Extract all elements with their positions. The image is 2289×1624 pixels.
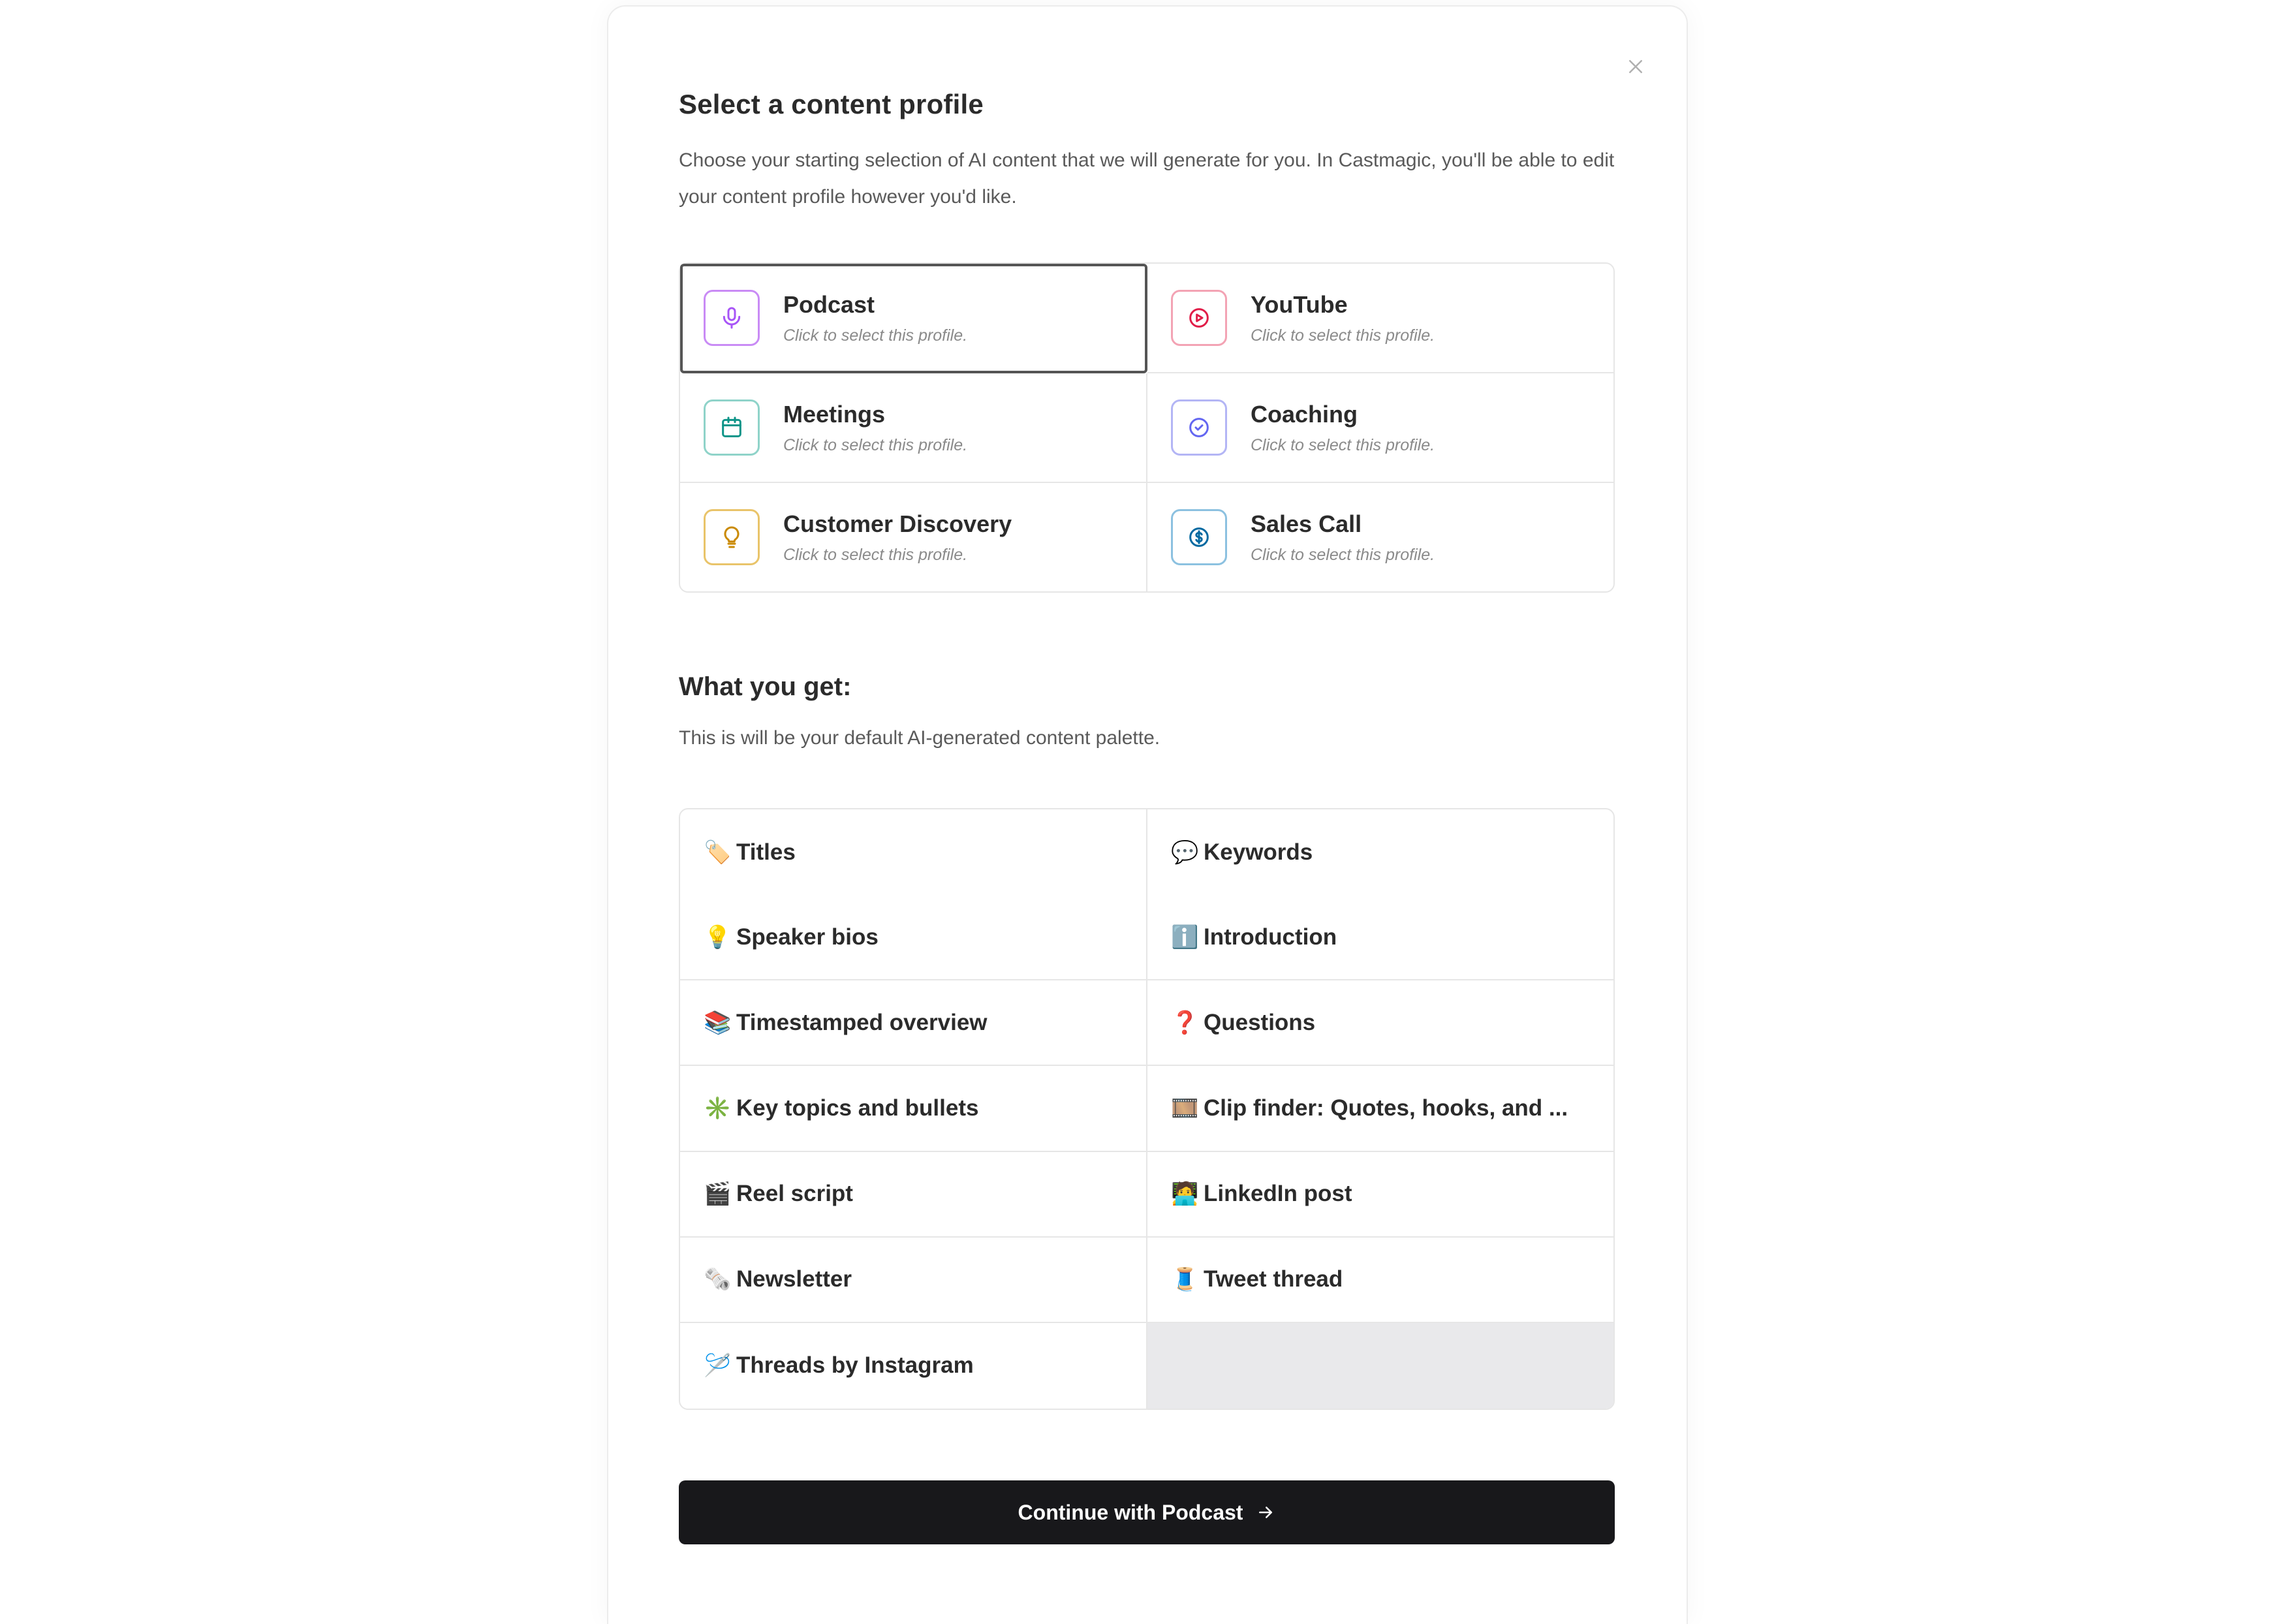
feature-empty-cell	[1147, 1322, 1613, 1409]
feature-label: Newsletter	[736, 1266, 852, 1292]
microphone-icon	[704, 290, 760, 346]
person-laptop-icon: 🧑‍💻	[1171, 1181, 1199, 1207]
profile-card-coaching[interactable]: Coaching Click to select this profile.	[1147, 373, 1613, 483]
close-button[interactable]	[1623, 54, 1649, 80]
feature-item-questions: ❓ Questions	[1147, 980, 1613, 1067]
thread-spool-icon: 🧵	[1171, 1267, 1199, 1292]
profile-name: Meetings	[783, 400, 886, 428]
feature-label: Questions	[1204, 1009, 1316, 1035]
feature-item-tweet-thread: 🧵 Tweet thread	[1147, 1238, 1613, 1323]
profile-card-youtube[interactable]: YouTube Click to select this profile.	[1147, 264, 1613, 373]
info-icon: ℹ️	[1171, 924, 1199, 950]
what-you-get-description: This is will be your default AI-generate…	[679, 727, 1160, 749]
needle-icon: 🪡	[704, 1353, 732, 1379]
feature-item-keywords: 💬 Keywords	[1147, 809, 1613, 895]
modal-title: Select a content profile	[679, 89, 984, 119]
profile-name: Sales Call	[1251, 510, 1362, 537]
feature-item-clip-finder: 🎞️ Clip finder: Quotes, hooks, and ...	[1147, 1066, 1613, 1152]
profile-subtitle: Click to select this profile.	[1251, 326, 1435, 345]
feature-label: Speaker bios	[736, 924, 879, 950]
feature-item-timestamped-overview: 📚 Timestamped overview	[680, 980, 1147, 1067]
modal-description: Choose your starting selection of AI con…	[679, 149, 1615, 208]
profile-name: Podcast	[783, 290, 875, 318]
feature-label: LinkedIn post	[1204, 1181, 1352, 1207]
feature-label: Reel script	[736, 1181, 853, 1207]
profile-name: Customer Discovery	[783, 510, 1012, 537]
feature-label: Key topics and bullets	[736, 1095, 979, 1121]
profile-card-podcast[interactable]: Podcast Click to select this profile.	[680, 264, 1147, 373]
feature-item-threads-instagram: 🪡 Threads by Instagram	[680, 1322, 1147, 1409]
profile-subtitle: Click to select this profile.	[783, 435, 968, 454]
feature-label: Threads by Instagram	[736, 1352, 974, 1379]
tag-icon: 🏷️	[704, 839, 732, 865]
profile-subtitle: Click to select this profile.	[783, 326, 968, 345]
lightbulb-icon	[704, 509, 760, 565]
arrow-right-icon	[1256, 1503, 1275, 1522]
sparkle-icon: ✳️	[704, 1095, 732, 1121]
clapperboard-icon: 🎬	[704, 1181, 732, 1207]
books-icon: 📚	[704, 1010, 732, 1035]
feature-item-newsletter: 🗞️ Newsletter	[680, 1237, 1147, 1323]
profile-card-meetings[interactable]: Meetings Click to select this profile.	[680, 373, 1147, 483]
continue-button-label: Continue with Podcast	[1018, 1500, 1243, 1524]
dollar-circle-icon	[1171, 509, 1227, 565]
what-you-get-title: What you get:	[679, 672, 852, 701]
profile-subtitle: Click to select this profile.	[783, 545, 968, 564]
close-icon	[1629, 60, 1642, 73]
feature-label: Introduction	[1204, 924, 1337, 950]
feature-label: Clip finder: Quotes, hooks, and ...	[1204, 1095, 1568, 1121]
profile-card-sales-call[interactable]: Sales Call Click to select this profile.	[1147, 483, 1613, 591]
profile-card-customer-discovery[interactable]: Customer Discovery Click to select this …	[680, 483, 1147, 591]
lightbulb-icon: 💡	[704, 924, 732, 950]
profile-subtitle: Click to select this profile.	[1251, 435, 1435, 454]
profile-grid: Podcast Click to select this profile. Yo…	[679, 262, 1615, 593]
profile-name: Coaching	[1251, 400, 1358, 428]
feature-item-key-topics: ✳️ Key topics and bullets	[680, 1066, 1147, 1152]
profile-subtitle: Click to select this profile.	[1251, 545, 1435, 564]
newspaper-icon: 🗞️	[704, 1267, 732, 1292]
feature-item-titles: 🏷️ Titles	[680, 809, 1147, 896]
feature-label: Keywords	[1204, 839, 1313, 865]
feature-label: Tweet thread	[1204, 1266, 1343, 1292]
continue-button[interactable]: Continue with Podcast	[679, 1480, 1615, 1544]
profile-name: YouTube	[1251, 290, 1348, 318]
calendar-icon	[704, 399, 760, 456]
film-icon: 🎞️	[1171, 1095, 1199, 1121]
feature-label: Timestamped overview	[736, 1009, 988, 1035]
feature-item-introduction: ℹ️ Introduction	[1147, 895, 1613, 981]
content-profile-modal: Select a content profile Choose your sta…	[607, 5, 1688, 1624]
feature-item-speaker-bios: 💡 Speaker bios	[680, 895, 1147, 981]
speech-bubble-icon: 💬	[1171, 839, 1199, 865]
check-circle-icon	[1171, 399, 1227, 456]
feature-item-linkedin-post: 🧑‍💻 LinkedIn post	[1147, 1152, 1613, 1238]
feature-item-reel-script: 🎬 Reel script	[680, 1151, 1147, 1238]
play-circle-icon	[1171, 290, 1227, 346]
feature-grid: 🏷️ Titles 💬 Keywords 💡 Speaker bios ℹ️ Intro…	[679, 808, 1615, 1410]
question-mark-icon: ❓	[1171, 1010, 1199, 1035]
feature-label: Titles	[736, 839, 796, 865]
